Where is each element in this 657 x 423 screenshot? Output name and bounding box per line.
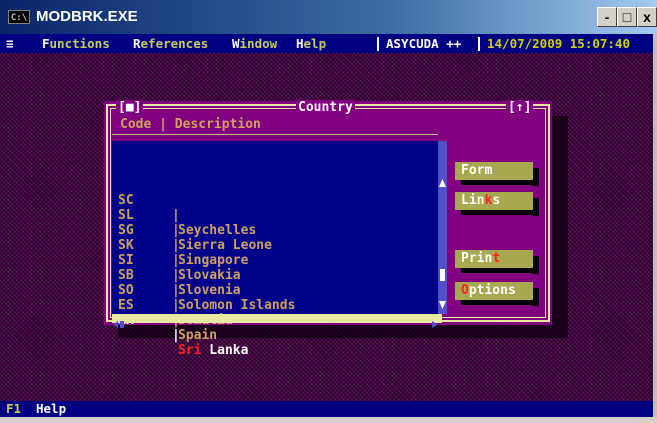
maximize-button[interactable]: □ — [617, 7, 637, 27]
menu-references[interactable]: References — [133, 34, 208, 53]
help-hint: Help — [36, 401, 67, 416]
list-item[interactable]: SO | Somalia — [112, 268, 434, 328]
country-list[interactable]: SC | Seychelles SL | Sierra Leone SG | S… — [112, 141, 438, 358]
button-shadow — [533, 256, 539, 274]
list-item[interactable]: SK | Slovakia — [112, 223, 434, 283]
button-shadow — [533, 198, 539, 216]
header-underline — [112, 134, 438, 135]
menu-separator — [377, 37, 379, 51]
description-rest: Lanka — [201, 343, 249, 358]
app-name: ASYCUDA ++ — [386, 36, 462, 51]
column-separator: | — [172, 328, 180, 343]
column-header: Code | Description — [120, 117, 261, 132]
window-title-bar[interactable]: C:\ MODBRK.EXE - □ x — [0, 0, 657, 34]
window-bottom-border — [0, 417, 657, 423]
close-button[interactable]: x — [637, 7, 657, 27]
horizontal-scrollbar[interactable] — [112, 314, 442, 328]
menu-help[interactable]: Help — [296, 34, 326, 53]
country-description: Spain — [178, 328, 218, 343]
button-shadow — [461, 300, 539, 305]
list-item[interactable]: SG | Singapore — [112, 208, 434, 268]
hscroll-graphics — [113, 321, 438, 328]
system-menu-icon[interactable]: ≡ — [6, 34, 14, 53]
list-item[interactable]: ES | Spain — [112, 283, 434, 343]
window-right-border — [653, 34, 657, 417]
menu-functions[interactable]: Functions — [42, 34, 110, 53]
list-item[interactable]: SB | Solomon Islands — [112, 253, 434, 313]
button-shadow — [533, 288, 539, 306]
hscroll-thumb[interactable] — [120, 321, 124, 328]
scroll-thumb[interactable] — [440, 269, 445, 281]
print-button[interactable]: Print — [455, 250, 533, 268]
menu-bar: ≡ Functions References Window Help ASYCU… — [0, 34, 653, 53]
command-prompt-icon[interactable]: C:\ — [8, 10, 30, 24]
window-title: MODBRK.EXE — [36, 8, 138, 25]
button-shadow — [461, 268, 539, 273]
list-item[interactable]: SI | Slovenia — [112, 238, 434, 298]
f1-key[interactable]: F1 — [6, 401, 21, 417]
form-button[interactable]: Form — [455, 162, 533, 180]
scroll-down-arrow-icon[interactable] — [439, 301, 446, 309]
button-shadow — [461, 180, 539, 185]
scrollbar-graphics — [439, 179, 446, 309]
status-bar: F1 Help — [0, 401, 653, 417]
close-marker-icon[interactable]: [■] — [116, 100, 144, 116]
menu-window[interactable]: Window — [232, 34, 277, 53]
list-item[interactable]: SL | Sierra Leone — [112, 193, 434, 253]
links-button[interactable]: Links — [455, 192, 533, 210]
menu-separator — [478, 37, 480, 51]
datetime: 14/07/2009 15:07:40 — [487, 36, 630, 51]
list-item-selected[interactable]: LK | Sri Lanka — [112, 298, 434, 358]
options-button[interactable]: Options — [455, 282, 533, 300]
zoom-marker-icon[interactable]: [↑] — [506, 100, 534, 116]
button-shadow — [533, 168, 539, 186]
scroll-up-arrow-icon[interactable] — [439, 179, 446, 187]
vertical-scrollbar[interactable] — [438, 141, 447, 314]
button-shadow — [461, 210, 539, 215]
list-item[interactable]: SC | Seychelles — [112, 178, 434, 238]
search-match: Sri — [178, 343, 202, 358]
country-description: Sri Lanka — [178, 343, 248, 358]
scroll-left-arrow-icon[interactable] — [113, 321, 118, 328]
scroll-right-arrow-icon[interactable] — [432, 321, 438, 328]
minimize-button[interactable]: - — [597, 7, 617, 27]
dialog-title: Country — [296, 100, 355, 116]
